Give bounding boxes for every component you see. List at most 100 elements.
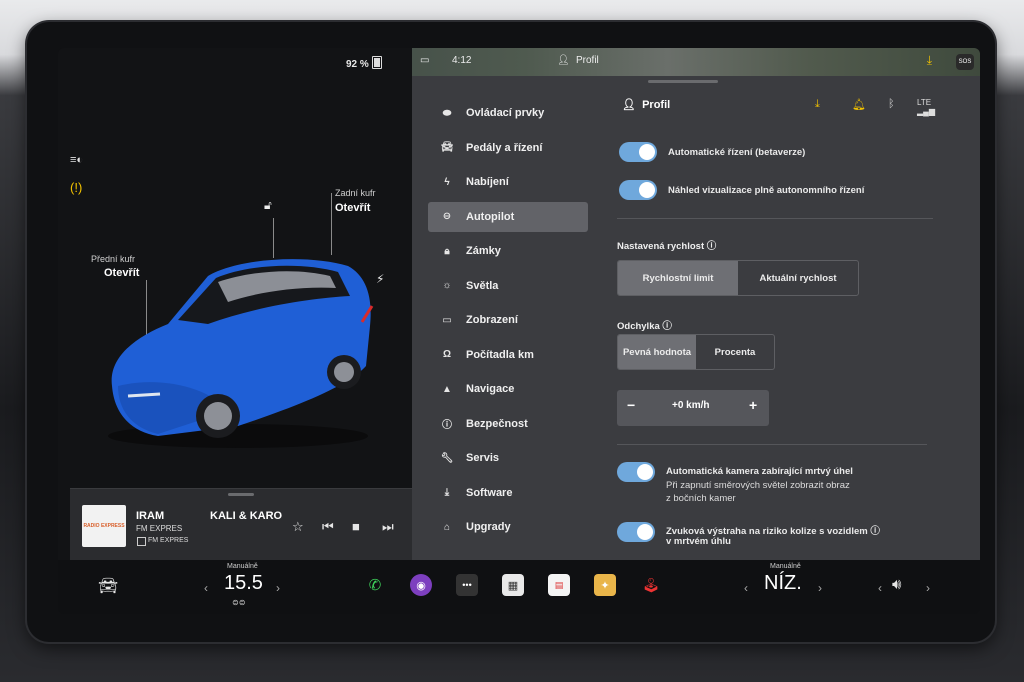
header-profile[interactable]: 👤︎ Profil xyxy=(622,98,670,111)
steering-wheel-icon: ⊖ xyxy=(442,211,452,222)
lte-signal-icon: LTE ▂▄▆ xyxy=(917,98,935,116)
stepper-minus-button[interactable]: − xyxy=(627,397,635,413)
nav-item-pocitadla[interactable]: Ω Počítadla km xyxy=(428,340,588,370)
car-illustration[interactable] xyxy=(98,236,398,456)
speed-limit-option[interactable]: Rychlostní limit xyxy=(618,261,738,295)
info-icon[interactable]: ⓘ xyxy=(870,526,880,537)
favorite-star-icon[interactable]: ☆ xyxy=(292,519,304,535)
blindspot-camera-toggle[interactable] xyxy=(617,462,655,482)
download-icon[interactable]: ⤓ xyxy=(815,98,820,111)
nav-label: Zobrazení xyxy=(466,314,518,326)
climate-left-mode: Manuálně xyxy=(227,563,258,570)
bag-icon: ⌂ xyxy=(443,521,451,533)
nav-item-zobrazeni[interactable]: ▭ Zobrazení xyxy=(428,305,588,335)
clock-partial: 4:12 xyxy=(452,55,472,66)
download-icon: ⤓ xyxy=(444,487,450,498)
nav-item-pedaly[interactable]: 🚘︎ Pedály a řízení xyxy=(428,133,588,163)
nav-item-ovladaci-prvky[interactable]: ⬬ Ovládací prvky xyxy=(428,98,588,128)
autosteer-toggle[interactable] xyxy=(619,142,657,162)
camera-app-icon[interactable]: ◉ xyxy=(410,574,432,596)
settings-panel: ⬬ Ovládací prvky 🚘︎ Pedály a řízení ϟ Nabíj… xyxy=(412,76,980,560)
media-artist: KALI & KARO xyxy=(210,510,283,522)
nav-item-autopilot[interactable]: ⊖ Autopilot xyxy=(428,201,588,232)
settings-nav: ⬬ Ovládací prvky 🚘︎ Pedály a řízení ϟ Nabíj… xyxy=(428,98,588,547)
nav-item-servis[interactable]: 🔧︎ Servis xyxy=(428,443,588,473)
temp-left-decrease[interactable]: ‹ xyxy=(204,581,208,595)
headlight-auto-icon[interactable]: ≡◐ xyxy=(70,154,83,166)
car-view-pane: 92 % ≡◐ (!) Zadní kufr Otevřít 🔓︎ Přední… xyxy=(58,48,412,561)
nav-item-svetla[interactable]: ☼ Světla xyxy=(428,271,588,301)
toybox-icon[interactable]: ✦ xyxy=(594,574,616,596)
previous-track-icon[interactable]: ⏮︎ xyxy=(322,519,334,535)
nav-item-bezpecnost[interactable]: ⓘ Bezpečnost xyxy=(428,409,588,439)
nav-label: Nabíjení xyxy=(466,176,509,188)
media-drag-handle[interactable] xyxy=(228,493,254,496)
phone-icon[interactable]: ✆ xyxy=(364,574,386,596)
nav-item-software[interactable]: ⤓ Software xyxy=(428,478,588,508)
media-station-sub: FM EXPRES xyxy=(136,537,189,546)
blindspot-camera-label: Automatická kamera zabírající mrtvý úhel xyxy=(666,466,853,477)
nav-label: Navigace xyxy=(466,383,515,395)
offset-stepper: − +0 km/h + xyxy=(617,390,769,426)
unlock-icon[interactable]: 🔓︎ xyxy=(264,198,272,213)
volume-increase[interactable]: › xyxy=(926,581,930,595)
topbar-profile[interactable]: Profil xyxy=(576,55,599,66)
nav-label: Zámky xyxy=(466,245,501,257)
rear-trunk-open-button[interactable]: Otevřít xyxy=(335,202,370,214)
volume-icon[interactable]: 🔊︎ xyxy=(892,576,901,593)
temp-left-increase[interactable]: › xyxy=(276,581,280,595)
nav-item-zamky[interactable]: 🔒︎ Zámky xyxy=(428,236,588,266)
info-icon[interactable]: ⓘ xyxy=(662,321,672,332)
sos-icon[interactable]: SOS xyxy=(956,54,974,70)
lte-label: LTE xyxy=(917,98,932,107)
fsd-visualization-toggle[interactable] xyxy=(619,180,657,200)
calendar-date-icon[interactable]: ▤ xyxy=(548,574,570,596)
blindspot-chime-label: Zvuková výstraha na riziko kolize s vozi… xyxy=(666,523,880,537)
bell-icon[interactable]: 🔔︎ xyxy=(852,98,866,111)
seat-heat-icon[interactable]: ⊜⊜ xyxy=(232,598,245,607)
media-player[interactable]: RADIO EXPRESS IRAM FM EXPRES FM EXPRES K… xyxy=(70,488,412,561)
divider xyxy=(617,444,927,445)
set-speed-title: Nastavená rychlost ⓘ xyxy=(617,238,716,252)
joystick-icon[interactable]: 🕹︎ xyxy=(640,574,662,596)
fixed-value-option[interactable]: Pevná hodnota xyxy=(618,335,696,369)
battery-icon xyxy=(371,56,382,69)
bluetooth-icon[interactable]: ᛒ xyxy=(888,98,895,110)
offset-selector: Pevná hodnota Procenta xyxy=(617,334,775,370)
car-icon[interactable]: 🚘︎ xyxy=(98,576,118,596)
map-icon: ▭ xyxy=(420,55,430,66)
offset-label: Odchylka xyxy=(617,321,660,332)
safety-icon: ⓘ xyxy=(442,420,452,431)
fan-decrease[interactable]: ‹ xyxy=(744,581,748,595)
current-speed-option[interactable]: Aktuální rychlost xyxy=(738,261,858,295)
calendar-icon[interactable]: ▦ xyxy=(502,574,524,596)
nav-item-upgrady[interactable]: ⌂ Upgrady xyxy=(428,512,588,542)
more-apps-icon[interactable]: ••• xyxy=(456,574,478,596)
battery-indicator: 92 % xyxy=(346,56,382,70)
info-icon[interactable]: ⓘ xyxy=(707,241,717,252)
next-track-icon[interactable]: ⏭︎ xyxy=(382,519,394,535)
nav-item-nabijeni[interactable]: ϟ Nabíjení xyxy=(428,167,588,197)
nav-label: Ovládací prvky xyxy=(466,107,545,119)
stop-icon[interactable]: ■ xyxy=(352,519,360,534)
climate-right-mode: Manuálně xyxy=(770,563,801,570)
volume-decrease[interactable]: ‹ xyxy=(878,581,882,595)
navigation-icon: ▲ xyxy=(442,383,452,395)
station-logo: RADIO EXPRESS xyxy=(82,505,126,547)
nav-label: Světla xyxy=(466,279,499,292)
temperature-left[interactable]: 15.5 xyxy=(224,572,263,595)
fan-level[interactable]: NÍZ. xyxy=(764,572,802,595)
blindspot-chime-line2: v mrtvém úhlu xyxy=(666,536,731,547)
sun-icon: ☼ xyxy=(442,280,452,291)
nav-item-navigace[interactable]: ▲ Navigace xyxy=(428,374,588,404)
percent-option[interactable]: Procenta xyxy=(696,335,774,369)
nav-label: Upgrady xyxy=(466,521,511,533)
download-update-icon[interactable]: ⤓ xyxy=(927,53,932,68)
tire-pressure-warning-icon[interactable]: (!) xyxy=(70,180,82,195)
set-speed-label: Nastavená rychlost xyxy=(617,241,705,252)
stepper-value: +0 km/h xyxy=(672,400,710,411)
blindspot-chime-toggle[interactable] xyxy=(617,522,655,542)
fan-increase[interactable]: › xyxy=(818,581,822,595)
stepper-plus-button[interactable]: + xyxy=(749,397,757,413)
map-preview-strip[interactable]: ▭ 4:12 👤︎ Profil ⤓ SOS xyxy=(412,48,980,76)
